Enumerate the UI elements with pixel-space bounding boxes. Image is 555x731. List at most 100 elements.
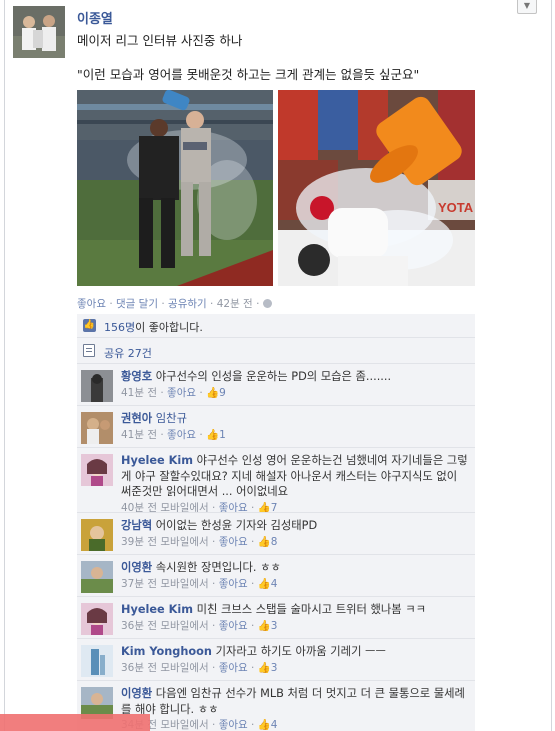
- commenter-name[interactable]: 권현아: [121, 412, 152, 425]
- comment-body: 이영환 다음엔 임찬규 선수가 MLB 처럼 더 멋지고 더 큰 물통으로 물세…: [121, 686, 471, 731]
- post-timestamp[interactable]: 42분 전: [217, 298, 253, 310]
- likes-count-link[interactable]: 156명: [104, 321, 135, 334]
- comment-like-link[interactable]: 좋아요: [167, 387, 196, 399]
- comment-via: 모바일에서: [160, 619, 209, 632]
- globe-icon: [262, 299, 272, 308]
- photo-banner-text: YOTA: [438, 200, 474, 215]
- commenter-avatar[interactable]: [81, 454, 113, 486]
- comment-like-count[interactable]: 3: [271, 662, 278, 674]
- comment-item: 강남혁 어이없는 한성윤 기자와 김성태PD 39분 전 모바일에서 · 좋아요…: [77, 512, 475, 554]
- commenter-name[interactable]: Hyelee Kim: [121, 603, 193, 616]
- comment-time[interactable]: 36분 전: [121, 662, 157, 674]
- thumbs-up-icon: 👍: [206, 386, 220, 399]
- feedback-panel: 👍 156명이 좋아합니다. 공유 27건 황영호 야구선수의 인성을 운운하는…: [77, 314, 475, 731]
- comment-item: Hyelee Kim 미친 크브스 스탭들 술마시고 트위터 했나봄 ㅋㅋ 36…: [77, 596, 475, 638]
- comment-time[interactable]: 36분 전: [121, 620, 157, 632]
- comment-body: 권현아 임찬규 41분 전 · 좋아요 · 👍1: [121, 411, 471, 443]
- comment-via: 모바일에서: [160, 719, 209, 731]
- commenter-name[interactable]: 이영환: [121, 687, 152, 700]
- commenter-avatar[interactable]: [81, 561, 113, 593]
- tagged-person-link[interactable]: 임찬규: [156, 412, 187, 425]
- comment-meta: 36분 전 모바일에서 · 좋아요 · 👍3: [121, 619, 278, 632]
- commenter-name[interactable]: Hyelee Kim: [121, 454, 193, 467]
- post-photo-interview[interactable]: [77, 90, 273, 286]
- commenter-avatar[interactable]: [81, 412, 113, 444]
- thumbs-up-icon: 👍: [257, 719, 271, 731]
- comment-body: Kim Yonghoon 기자라고 하기도 아까움 기레기 ㅡㅡ 36분 전 모…: [121, 644, 471, 676]
- comment-body: 강남혁 어이없는 한성윤 기자와 김성태PD 39분 전 모바일에서 · 좋아요…: [121, 518, 471, 550]
- comment-item: Hyelee Kim 야구선수 인성 영어 운운하는건 넘했네여 자기네들은 그…: [77, 447, 475, 514]
- likes-text: 156명이 좋아합니다.: [104, 319, 203, 335]
- comment-item: 황영호 야구선수의 인성을 운운하는 PD의 모습은 좀....... 41분 …: [77, 363, 475, 405]
- thumbs-up-icon: 👍: [257, 577, 271, 590]
- comment-like-link[interactable]: 좋아요: [219, 662, 248, 674]
- shares-count-link[interactable]: 공유 27건: [104, 345, 152, 361]
- comment-time[interactable]: 37분 전: [121, 578, 157, 590]
- comment-like-count[interactable]: 1: [219, 429, 226, 441]
- comment-text: 야구선수의 인성을 운운하는 PD의 모습은 좀.......: [155, 370, 392, 383]
- comment-text: 기자라고 하기도 아까움 기레기 ㅡㅡ: [215, 645, 386, 658]
- comment-body: Hyelee Kim 미친 크브스 스탭들 술마시고 트위터 했나봄 ㅋㅋ 36…: [121, 602, 471, 634]
- comment-time[interactable]: 39분 전: [121, 536, 157, 548]
- separator: ·: [256, 298, 260, 310]
- comment-link[interactable]: 댓글 달기: [116, 298, 158, 310]
- separator: ·: [109, 298, 113, 310]
- separator: ·: [210, 298, 214, 310]
- comment-like-link[interactable]: 좋아요: [219, 536, 248, 548]
- commenter-avatar[interactable]: [81, 645, 113, 677]
- comment-like-count[interactable]: 3: [271, 620, 278, 632]
- thumbs-up-icon: 👍: [83, 319, 96, 332]
- comment-text: 어이없는 한성윤 기자와 김성태PD: [155, 519, 318, 532]
- like-link[interactable]: 좋아요: [77, 298, 106, 310]
- comment-body: Hyelee Kim 야구선수 인성 영어 운운하는건 넘했네여 자기네들은 그…: [121, 453, 471, 516]
- commenter-avatar[interactable]: [81, 519, 113, 551]
- comment-like-link[interactable]: 좋아요: [219, 719, 248, 731]
- comment-like-count[interactable]: 9: [219, 387, 226, 399]
- post-action-bar: 좋아요 · 댓글 달기 · 공유하기 · 42분 전 ·: [77, 296, 272, 311]
- shares-summary: 공유 27건: [77, 337, 475, 363]
- share-link[interactable]: 공유하기: [168, 298, 207, 310]
- likes-suffix: 이 좋아합니다.: [135, 321, 203, 334]
- comment-like-link[interactable]: 좋아요: [219, 620, 248, 632]
- comment-time[interactable]: 41분 전: [121, 387, 157, 399]
- commenter-avatar[interactable]: [81, 603, 113, 635]
- commenter-name[interactable]: 황영호: [121, 370, 152, 383]
- comment-meta: 34분 전 모바일에서 · 좋아요 · 👍4: [121, 718, 471, 731]
- comment-via: 모바일에서: [160, 577, 209, 590]
- commenter-name[interactable]: 강남혁: [121, 519, 152, 532]
- comment-via: 모바일에서: [160, 535, 209, 548]
- post-photo-gatorade-bath[interactable]: YOTA: [278, 90, 475, 286]
- comment-text: 속시원한 장면입니다. ㅎㅎ: [155, 561, 281, 574]
- comment-like-count[interactable]: 4: [271, 719, 278, 731]
- comment-meta: 36분 전 모바일에서 · 좋아요 · 👍3: [121, 661, 278, 674]
- thumbs-up-icon: 👍: [257, 619, 271, 632]
- comment-body: 황영호 야구선수의 인성을 운운하는 PD의 모습은 좀....... 41분 …: [121, 369, 471, 401]
- chevron-down-icon[interactable]: ▼: [517, 0, 537, 14]
- comment-body: 이영환 속시원한 장면입니다. ㅎㅎ 37분 전 모바일에서 · 좋아요 · 👍…: [121, 560, 471, 592]
- comment-like-link[interactable]: 좋아요: [219, 578, 248, 590]
- comment-like-link[interactable]: 좋아요: [167, 429, 196, 441]
- thumbs-up-icon: 👍: [257, 535, 271, 548]
- post-text-line-2: "이런 모습과 영어를 못배운것 하고는 크게 관계는 없을듯 싶군요": [77, 67, 420, 82]
- author-avatar[interactable]: [13, 6, 65, 58]
- comment-text: 다음엔 임찬규 선수가 MLB 처럼 더 멋지고 더 큰 물통으로 물세례를 해…: [121, 687, 465, 716]
- comment-like-count[interactable]: 8: [271, 536, 278, 548]
- comment-meta: 39분 전 모바일에서 · 좋아요 · 👍8: [121, 535, 278, 548]
- commenter-name[interactable]: 이영환: [121, 561, 152, 574]
- commenter-avatar[interactable]: [81, 370, 113, 402]
- comment-item: Kim Yonghoon 기자라고 하기도 아까움 기레기 ㅡㅡ 36분 전 모…: [77, 638, 475, 680]
- commenter-name[interactable]: Kim Yonghoon: [121, 645, 212, 658]
- likes-summary: 👍 156명이 좋아합니다.: [77, 314, 475, 337]
- thumbs-up-icon: 👍: [206, 428, 220, 441]
- comment-item: 권현아 임찬규 41분 전 · 좋아요 · 👍1: [77, 405, 475, 447]
- comment-item: 이영환 속시원한 장면입니다. ㅎㅎ 37분 전 모바일에서 · 좋아요 · 👍…: [77, 554, 475, 596]
- comment-like-count[interactable]: 4: [271, 578, 278, 590]
- thumbs-up-icon: 👍: [257, 661, 271, 674]
- comment-meta: 37분 전 모바일에서 · 좋아요 · 👍4: [121, 577, 278, 590]
- post-text-line-1: 메이저 리그 인터뷰 사진중 하나: [77, 33, 243, 48]
- share-icon: [83, 344, 95, 357]
- comment-meta: 41분 전 · 좋아요 · 👍9: [121, 386, 226, 399]
- post-author-name[interactable]: 이종열: [77, 8, 113, 27]
- comment-time[interactable]: 41분 전: [121, 429, 157, 441]
- bottom-overlay-bar: [0, 714, 150, 731]
